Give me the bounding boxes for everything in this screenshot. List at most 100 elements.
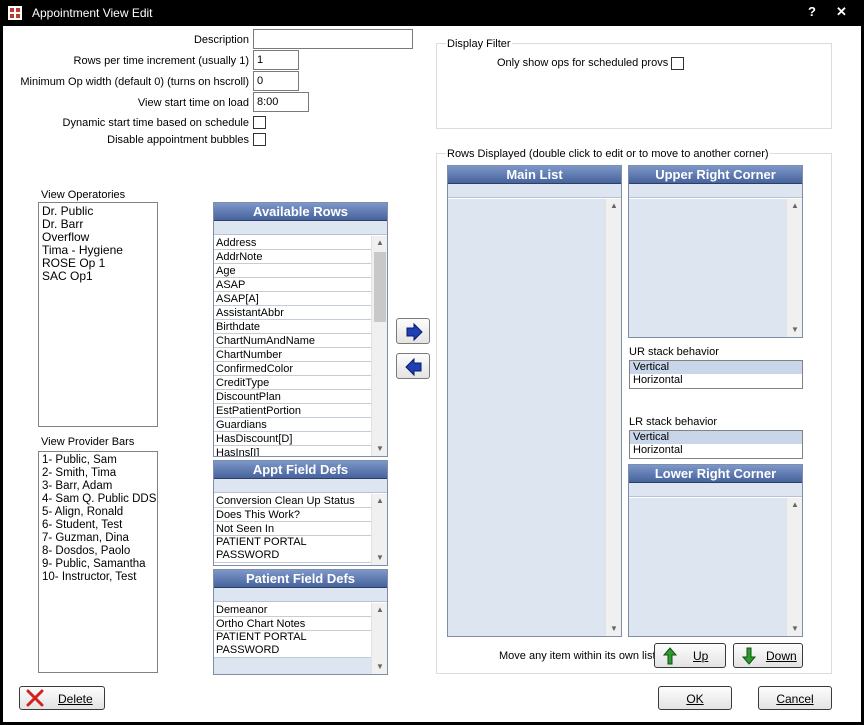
move-down-button[interactable]: Down: [733, 643, 803, 668]
view-start-time-input[interactable]: 8:00: [253, 92, 309, 112]
view-start-time-label: View start time on load: [137, 97, 249, 109]
rows-per-increment-input[interactable]: 1: [253, 50, 299, 70]
move-up-button[interactable]: Up: [654, 643, 726, 668]
description-label: Description: [193, 34, 249, 46]
scroll-up-icon[interactable]: ▲: [606, 199, 621, 213]
main-list-scrollbar[interactable]: ▲ ▼: [605, 199, 621, 636]
operatories-listbox[interactable]: Dr. Public Dr. Barr Overflow Tima - Hygi…: [38, 202, 158, 427]
scroll-down-icon[interactable]: ▼: [787, 323, 802, 337]
scroll-up-icon[interactable]: ▲: [372, 603, 387, 617]
description-input[interactable]: [253, 29, 413, 49]
list-item[interactable]: Vertical: [630, 431, 802, 444]
help-button[interactable]: ?: [808, 4, 816, 19]
table-row[interactable]: AddrNote: [214, 250, 371, 264]
list-item[interactable]: Horizontal: [630, 374, 802, 387]
scroll-up-icon[interactable]: ▲: [372, 494, 387, 508]
scroll-down-icon[interactable]: ▼: [372, 660, 387, 674]
table-row[interactable]: Not Seen In: [214, 522, 371, 536]
lr-stack-listbox[interactable]: Vertical Horizontal: [629, 430, 803, 459]
table-row[interactable]: ChartNumber: [214, 348, 371, 362]
table-row[interactable]: Demeanor: [214, 603, 371, 617]
lower-right-grid[interactable]: Lower Right Corner ▲ ▼: [628, 464, 803, 637]
list-item[interactable]: SAC Op1: [39, 270, 157, 283]
table-row[interactable]: Guardians: [214, 418, 371, 432]
scroll-up-icon[interactable]: ▲: [787, 498, 802, 512]
table-row[interactable]: ASAP: [214, 278, 371, 292]
dynamic-start-label: Dynamic start time based on schedule: [62, 117, 249, 129]
list-item[interactable]: 1- Public, Sam: [39, 454, 157, 467]
provider-bars-listbox[interactable]: 1- Public, Sam 2- Smith, Tima 3- Barr, A…: [38, 451, 158, 673]
cancel-label: Cancel: [776, 692, 814, 706]
add-row-button[interactable]: [396, 318, 430, 344]
list-item[interactable]: 4- Sam Q. Public DDS: [39, 493, 157, 506]
scroll-down-icon[interactable]: ▼: [372, 551, 387, 565]
only-show-ops-checkbox[interactable]: [671, 57, 684, 70]
close-button[interactable]: ✕: [836, 4, 847, 20]
scroll-down-icon[interactable]: ▼: [787, 622, 802, 636]
upper-right-scrollbar[interactable]: ▲ ▼: [786, 199, 802, 337]
appt-field-defs-scrollbar[interactable]: ▲ ▼: [371, 494, 387, 565]
patient-field-defs-grid[interactable]: Patient Field Defs Demeanor Ortho Chart …: [213, 569, 388, 675]
ur-stack-listbox[interactable]: Vertical Horizontal: [629, 360, 803, 389]
display-filter-group: [436, 43, 832, 129]
scroll-up-icon[interactable]: ▲: [787, 199, 802, 213]
rows-displayed-label: Rows Displayed (double click to edit or …: [446, 148, 770, 160]
table-row[interactable]: HasDiscount[D]: [214, 432, 371, 446]
list-item[interactable]: 10- Instructor, Test: [39, 571, 157, 584]
table-row[interactable]: AssistantAbbr: [214, 306, 371, 320]
table-row[interactable]: Conversion Clean Up Status: [214, 494, 371, 508]
table-row[interactable]: DiscountPlan: [214, 390, 371, 404]
cancel-button[interactable]: Cancel: [758, 686, 832, 710]
min-op-width-input[interactable]: 0: [253, 71, 299, 91]
appt-field-defs-list: Conversion Clean Up Status Does This Wor…: [214, 494, 371, 563]
upper-right-grid[interactable]: Upper Right Corner ▲ ▼: [628, 165, 803, 338]
list-item[interactable]: 7- Guzman, Dina: [39, 532, 157, 545]
table-row[interactable]: Ortho Chart Notes: [214, 617, 371, 631]
table-row[interactable]: CreditType: [214, 376, 371, 390]
table-row[interactable]: Birthdate: [214, 320, 371, 334]
list-item[interactable]: 2- Smith, Tima: [39, 467, 157, 480]
app-icon: [8, 6, 22, 20]
list-item[interactable]: 3- Barr, Adam: [39, 480, 157, 493]
min-op-width-label: Minimum Op width (default 0) (turns on h…: [20, 76, 249, 88]
list-item[interactable]: Vertical: [630, 361, 802, 374]
main-list-grid[interactable]: Main List ▲ ▼: [447, 165, 622, 637]
arrow-up-icon: [663, 647, 677, 665]
dynamic-start-checkbox[interactable]: [253, 116, 266, 129]
move-within-list-label: Move any item within its own list:: [499, 650, 659, 662]
table-row[interactable]: PATIENT PORTAL PASSWORD: [214, 536, 371, 563]
table-row[interactable]: Does This Work?: [214, 508, 371, 522]
list-item[interactable]: 5- Align, Ronald: [39, 506, 157, 519]
lower-right-scrollbar[interactable]: ▲ ▼: [786, 498, 802, 636]
table-row[interactable]: Age: [214, 264, 371, 278]
window-title: Appointment View Edit: [32, 6, 153, 20]
list-item[interactable]: 8- Dosdos, Paolo: [39, 545, 157, 558]
list-item[interactable]: 6- Student, Test: [39, 519, 157, 532]
appt-field-defs-grid[interactable]: Appt Field Defs Conversion Clean Up Stat…: [213, 460, 388, 566]
delete-button[interactable]: Delete: [19, 686, 105, 710]
table-row[interactable]: PATIENT PORTAL PASSWORD: [214, 631, 371, 658]
move-down-label: Down: [766, 649, 797, 663]
list-item[interactable]: 9- Public, Samantha: [39, 558, 157, 571]
list-item[interactable]: Horizontal: [630, 444, 802, 457]
remove-row-button[interactable]: [396, 353, 430, 379]
disable-bubbles-checkbox[interactable]: [253, 133, 266, 146]
table-row[interactable]: Address: [214, 236, 371, 250]
table-row[interactable]: HasIns[I]: [214, 446, 371, 456]
available-rows-scrollbar[interactable]: ▲ ▼: [371, 236, 387, 456]
lower-right-title: Lower Right Corner: [629, 465, 802, 483]
table-row[interactable]: ASAP[A]: [214, 292, 371, 306]
scroll-thumb[interactable]: [374, 252, 386, 322]
table-row[interactable]: ConfirmedColor: [214, 362, 371, 376]
ok-button[interactable]: OK: [658, 686, 732, 710]
scroll-down-icon[interactable]: ▼: [372, 442, 387, 456]
ur-stack-label: UR stack behavior: [629, 346, 719, 358]
arrow-right-icon: [406, 322, 423, 342]
table-row[interactable]: EstPatientPortion: [214, 404, 371, 418]
scroll-up-icon[interactable]: ▲: [372, 236, 387, 250]
appt-field-defs-title: Appt Field Defs: [214, 461, 387, 479]
table-row[interactable]: ChartNumAndName: [214, 334, 371, 348]
available-rows-grid[interactable]: Available Rows Address AddrNote Age ASAP…: [213, 202, 388, 457]
patient-field-defs-scrollbar[interactable]: ▲ ▼: [371, 603, 387, 674]
scroll-down-icon[interactable]: ▼: [606, 622, 621, 636]
